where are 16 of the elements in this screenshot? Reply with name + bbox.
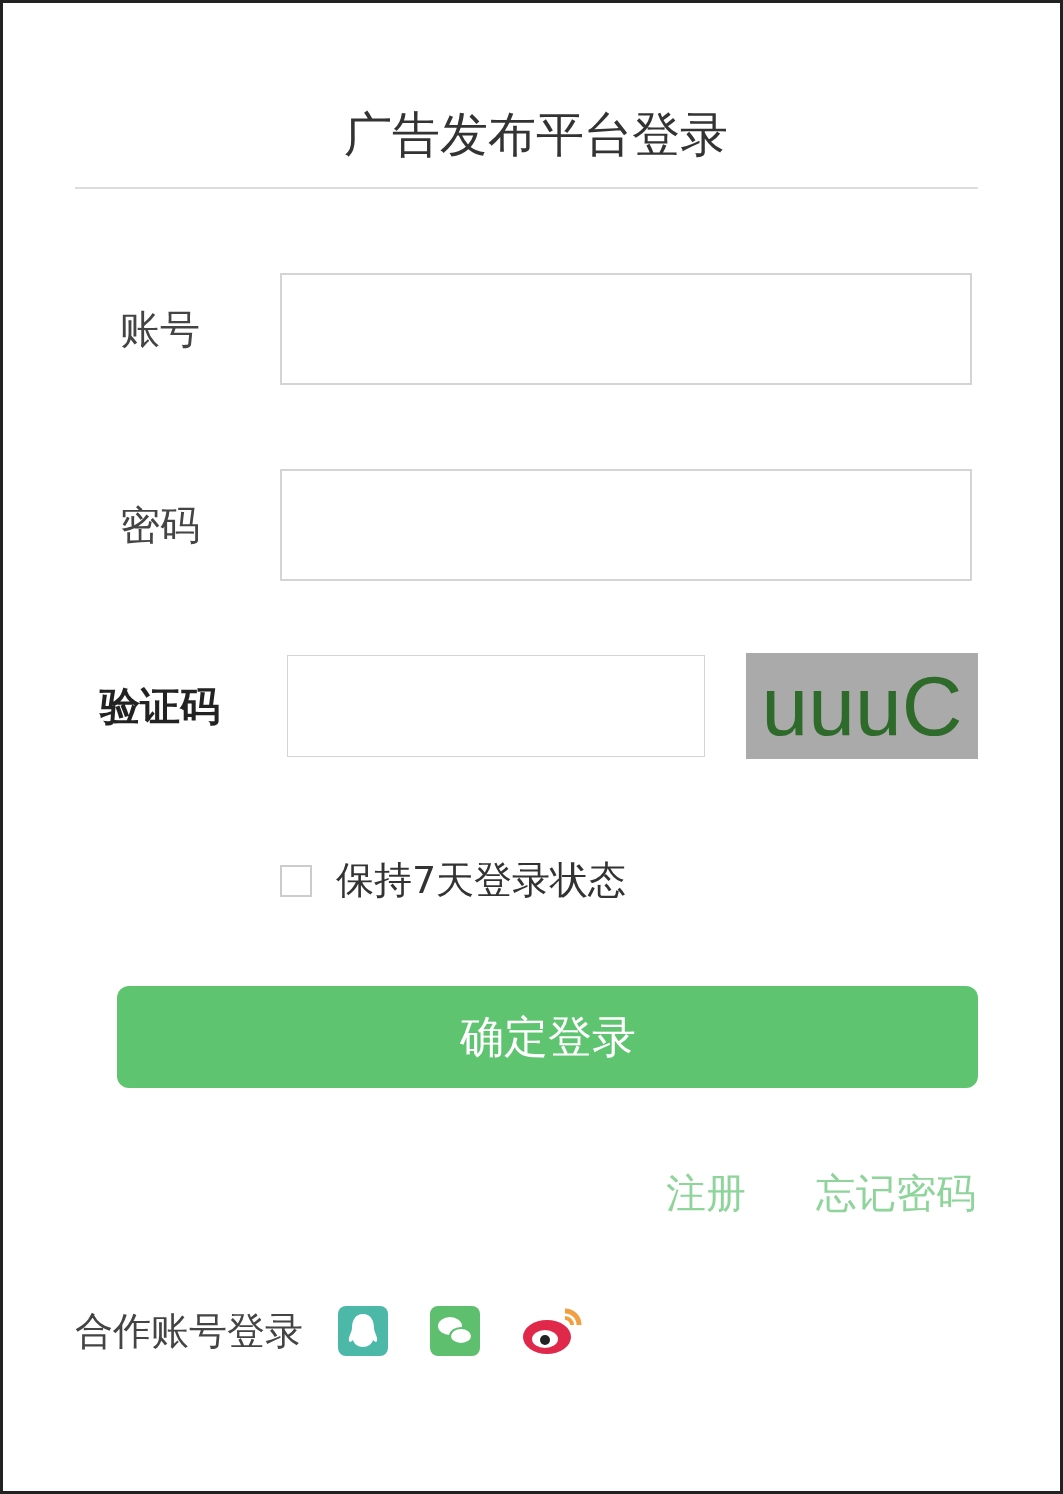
login-button[interactable]: 确定登录 <box>117 986 978 1088</box>
login-title: 广告发布平台登录 <box>342 105 729 164</box>
captcha-image[interactable]: uuuC <box>746 653 978 759</box>
field-label: 验证码 <box>98 681 221 731</box>
link[interactable]: 忘记密码 <box>816 1166 976 1221</box>
input-field[interactable] <box>280 469 972 581</box>
field-label: 账号 <box>119 304 201 354</box>
input-field[interactable] <box>287 655 705 757</box>
penguin-icon[interactable] <box>337 1305 389 1357</box>
chat-bubbles-icon[interactable] <box>429 1305 481 1357</box>
partner-login-label: 合作账号登录 <box>75 1307 303 1355</box>
link[interactable]: 注册 <box>666 1166 746 1221</box>
field-label: 密码 <box>119 500 201 550</box>
checkbox-label: 保持7天登录状态 <box>336 857 627 904</box>
checkbox[interactable] <box>280 864 312 897</box>
input-field[interactable] <box>280 273 972 385</box>
